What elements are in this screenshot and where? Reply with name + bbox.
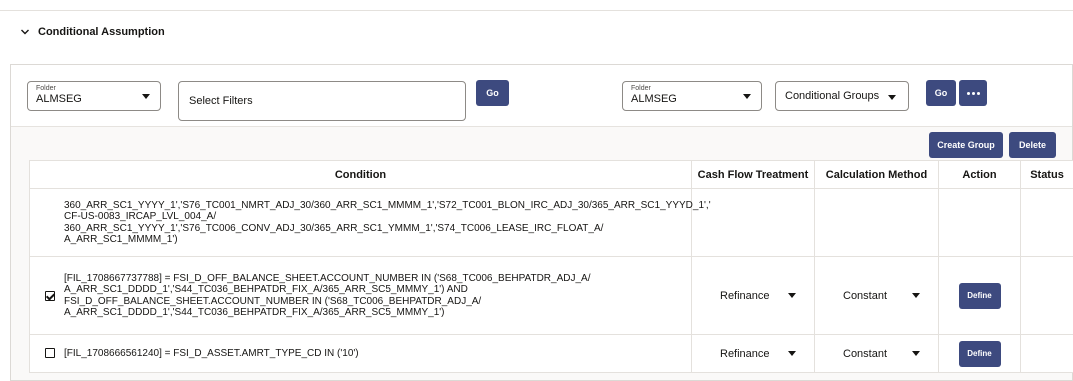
dropdown-arrow-icon [142,94,150,99]
status-cell [1020,188,1073,257]
condition-line: A_ARR_SC1_DDDD_1','S44_TC036_BEHPATDR_FI… [64,284,468,295]
cash-flow-cell[interactable]: Refinance [691,334,815,373]
more-options-button[interactable] [959,80,987,106]
condition-line: [FIL_1708667737788] = FSI_D_OFF_BALANCE_… [64,272,591,284]
table-row[interactable]: 360_ARR_SC1_YYYY_1','S76_TC001_NMRT_ADJ_… [29,188,1073,257]
calc-method-cell[interactable]: Constant [814,256,939,335]
calc-method-select[interactable]: Constant [815,348,938,360]
action-cell: Define [938,256,1021,335]
condition-line: [FIL_1708666561240] = FSI_D_ASSET.AMRT_T… [64,347,359,359]
cash-flow-value: Refinance [720,289,770,302]
more-dot-icon [976,91,980,95]
action-cell [938,188,1021,257]
row-checkbox[interactable] [45,291,55,301]
calc-method-select[interactable]: Constant [815,290,938,302]
section-header[interactable]: Conditional Assumption [20,22,165,42]
top-divider [0,10,1073,11]
chevron-down-icon[interactable] [20,27,30,37]
calc-method-value: Constant [843,289,888,302]
header-condition[interactable]: Condition [29,160,692,189]
create-group-button[interactable]: Create Group [929,132,1003,158]
table-row[interactable]: [FIL_1708666561240] = FSI_D_ASSET.AMRT_T… [29,334,1073,373]
conditional-groups-select[interactable]: Conditional Groups [775,81,909,111]
dropdown-arrow-icon [912,293,920,298]
dropdown-arrow-icon [788,293,796,298]
status-cell [1020,256,1073,335]
condition-line: A_ARR_SC1_DDDD_1','S44_TC036_BEHPATDR_FI… [64,307,445,318]
select-filters-input[interactable]: Select Filters [178,81,466,121]
condition-line: CF-US-0083_IRCAP_LVL_004_A/ [64,211,217,222]
cash-flow-cell [691,188,815,257]
calc-method-cell[interactable]: Constant [814,334,939,373]
calc-method-cell [814,188,939,257]
condition-cell: 360_ARR_SC1_YYYY_1','S76_TC001_NMRT_ADJ_… [29,188,711,257]
dropdown-arrow-icon [788,351,796,356]
table-row[interactable]: [FIL_1708667737788] = FSI_D_OFF_BALANCE_… [29,256,1073,335]
define-button[interactable]: Define [958,282,1001,309]
dropdown-arrow-icon [912,351,920,356]
define-button[interactable]: Define [958,340,1001,367]
condition-cell: [FIL_1708666561240] = FSI_D_ASSET.AMRT_T… [29,334,692,373]
more-dot-icon [971,91,975,95]
more-dot-icon [966,91,970,95]
row-checkbox[interactable] [45,348,55,358]
header-status[interactable]: Status [1020,160,1073,189]
table-header-row: Condition Cash Flow Treatment Calculatio… [29,160,1073,189]
section-title: Conditional Assumption [38,26,165,38]
cash-flow-select[interactable]: Refinance [692,290,814,302]
condition-line: 360_ARR_SC1_YYYY_1','S76_TC006_CONV_ADJ_… [64,222,604,234]
conditions-table: Condition Cash Flow Treatment Calculatio… [29,160,1073,373]
status-cell [1020,334,1073,373]
folder-select-right[interactable]: Folder ALMSEG [622,81,762,111]
header-calculation-method[interactable]: Calculation Method [814,160,939,189]
cash-flow-value: Refinance [720,347,770,360]
delete-button[interactable]: Delete [1009,132,1056,158]
conditional-assumption-panel: Folder ALMSEG Select Filters Go Folder A… [10,64,1073,381]
cash-flow-select[interactable]: Refinance [692,348,814,360]
action-cell: Define [938,334,1021,373]
folder-caption: Folder [631,85,651,92]
dropdown-arrow-icon [743,94,751,99]
cash-flow-cell[interactable]: Refinance [691,256,815,335]
condition-line: 360_ARR_SC1_YYYY_1','S76_TC001_NMRT_ADJ_… [64,199,711,211]
folder-value: ALMSEG [36,93,82,105]
condition-cell: [FIL_1708667737788] = FSI_D_OFF_BALANCE_… [29,256,692,335]
folder-caption: Folder [36,85,56,92]
dropdown-arrow-icon [888,95,896,100]
conditional-groups-value: Conditional Groups [785,90,880,102]
folder-select-left[interactable]: Folder ALMSEG [27,81,161,111]
condition-line: A_ARR_SC1_MMMM_1') [64,234,178,245]
condition-line: FSI_D_OFF_BALANCE_SHEET.ACCOUNT_NUMBER I… [64,295,482,307]
header-action[interactable]: Action [938,160,1021,189]
go-button-right[interactable]: Go [926,80,956,106]
calc-method-value: Constant [843,347,888,360]
header-cash-flow-treatment[interactable]: Cash Flow Treatment [691,160,815,189]
go-button-left[interactable]: Go [476,80,509,106]
filter-bar: Folder ALMSEG Select Filters Go Folder A… [11,65,1072,127]
folder-value: ALMSEG [631,93,677,105]
